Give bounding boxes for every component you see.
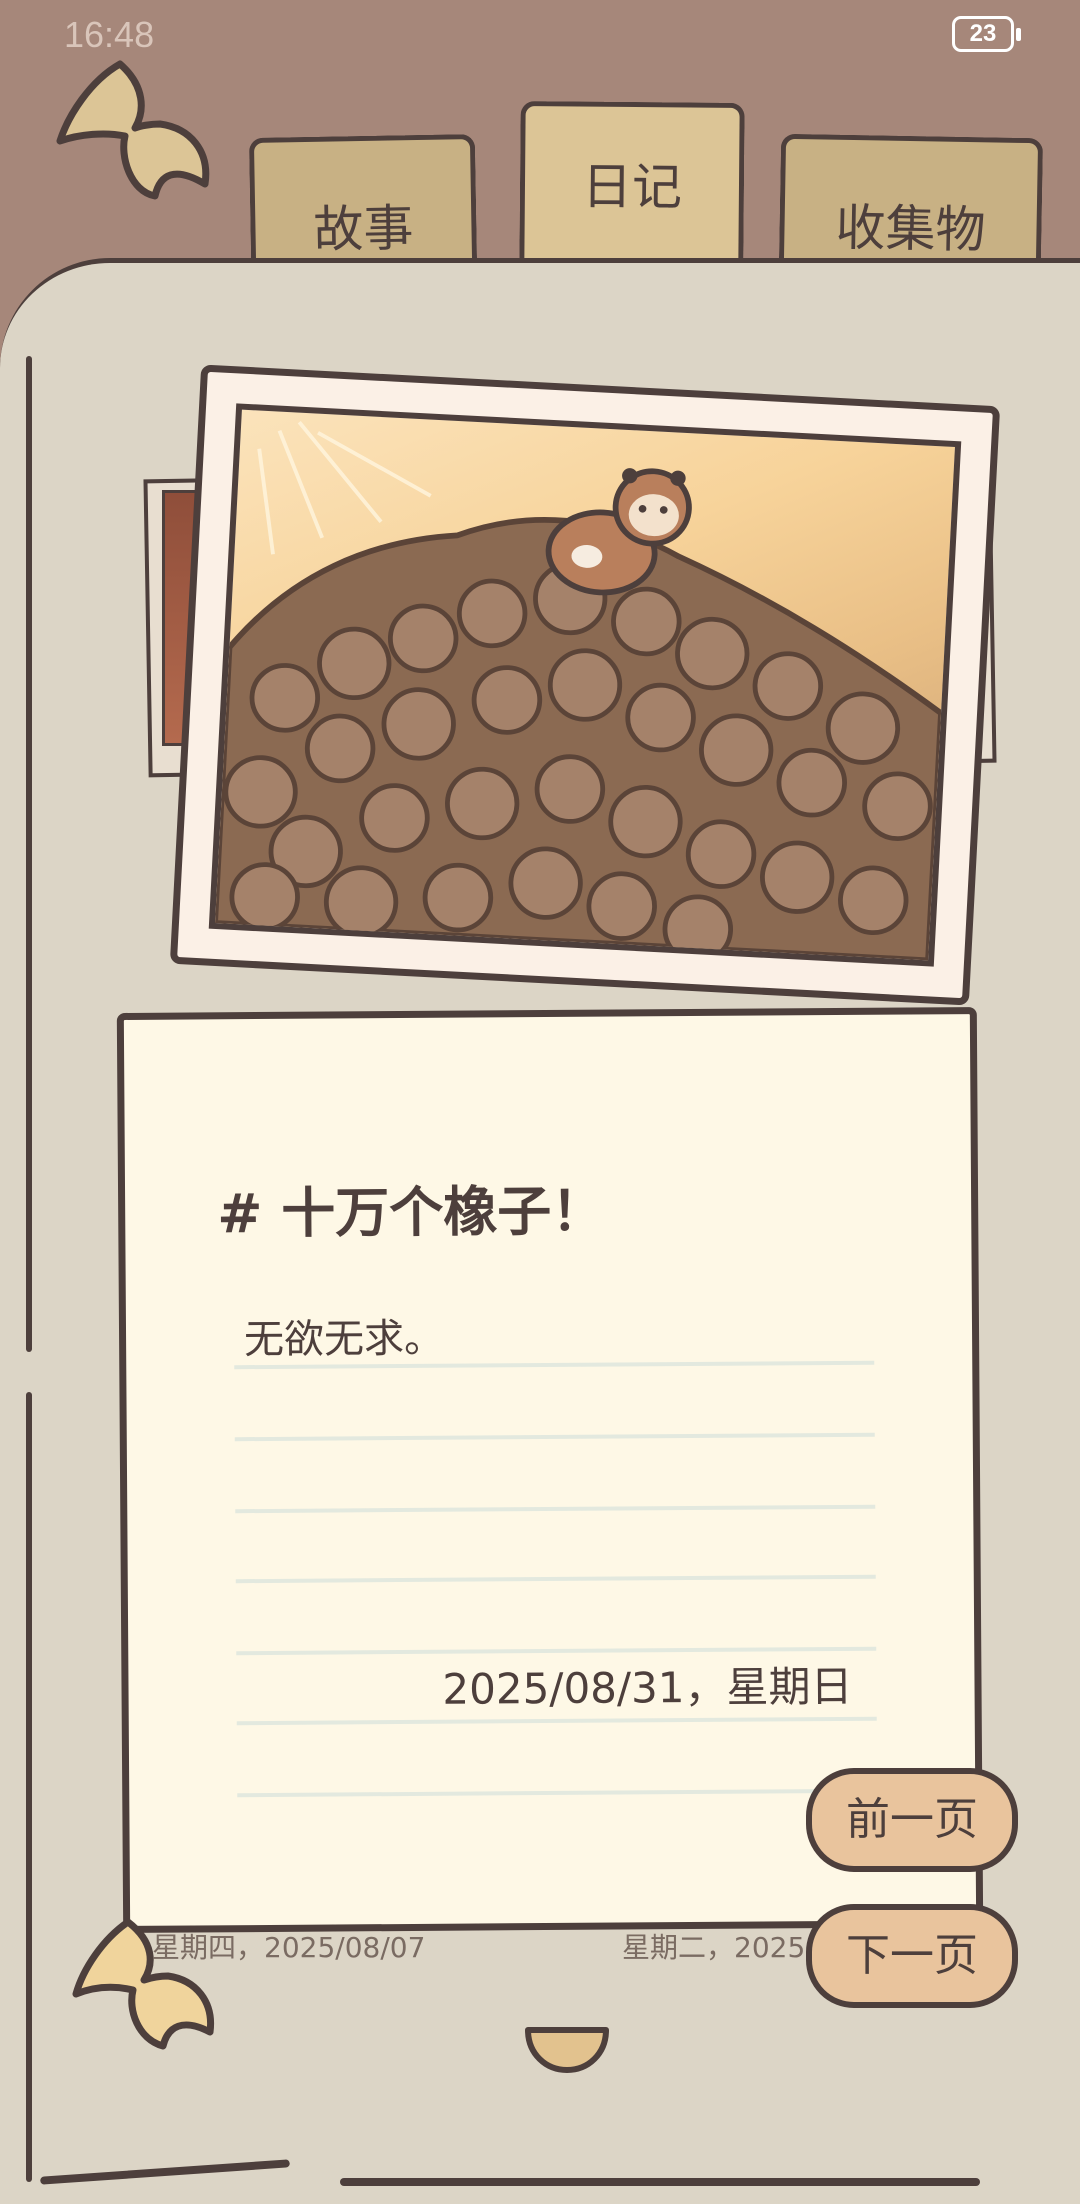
next-page-button[interactable]: 下一页 <box>806 1904 1018 2008</box>
diary-date: 2025/08/31，星期日 <box>442 1661 853 1714</box>
diary-photo <box>208 403 962 967</box>
tab-collection-label: 收集物 <box>835 198 987 260</box>
tab-diary[interactable]: 日记 <box>519 101 745 267</box>
diary-title: # 十万个橡子！ <box>216 1179 606 1246</box>
acorn-pile-illustration <box>211 421 944 964</box>
ruled-line <box>235 1574 876 1584</box>
prev-page-button[interactable]: 前一页 <box>806 1768 1018 1872</box>
battery-indicator: 23 <box>952 16 1021 52</box>
status-time: 16:48 <box>64 14 155 55</box>
tab-diary-label: 日记 <box>581 157 683 217</box>
ruled-line <box>234 1432 875 1442</box>
page-spine-lower <box>26 1392 32 2182</box>
back-arrow-icon[interactable] <box>50 56 220 206</box>
tab-collection[interactable]: 收集物 <box>778 133 1044 269</box>
ruled-line <box>235 1504 876 1514</box>
page-spine-upper <box>26 356 32 1352</box>
ruled-line <box>236 1716 877 1726</box>
curled-arrow-icon[interactable] <box>68 1914 218 2054</box>
underlying-entry-snippet <box>150 770 156 803</box>
tab-story-label: 故事 <box>312 199 414 259</box>
diary-body: 无欲无求。 <box>243 1315 445 1364</box>
ruled-line <box>237 1788 878 1798</box>
page-tab-icon[interactable] <box>522 2020 612 2076</box>
underlying-date-right: 星期二，2025 <box>622 1931 806 1964</box>
tab-story[interactable]: 故事 <box>248 134 478 268</box>
diary-photo-frame <box>169 364 1001 1006</box>
bottom-rule-right <box>340 2178 980 2186</box>
